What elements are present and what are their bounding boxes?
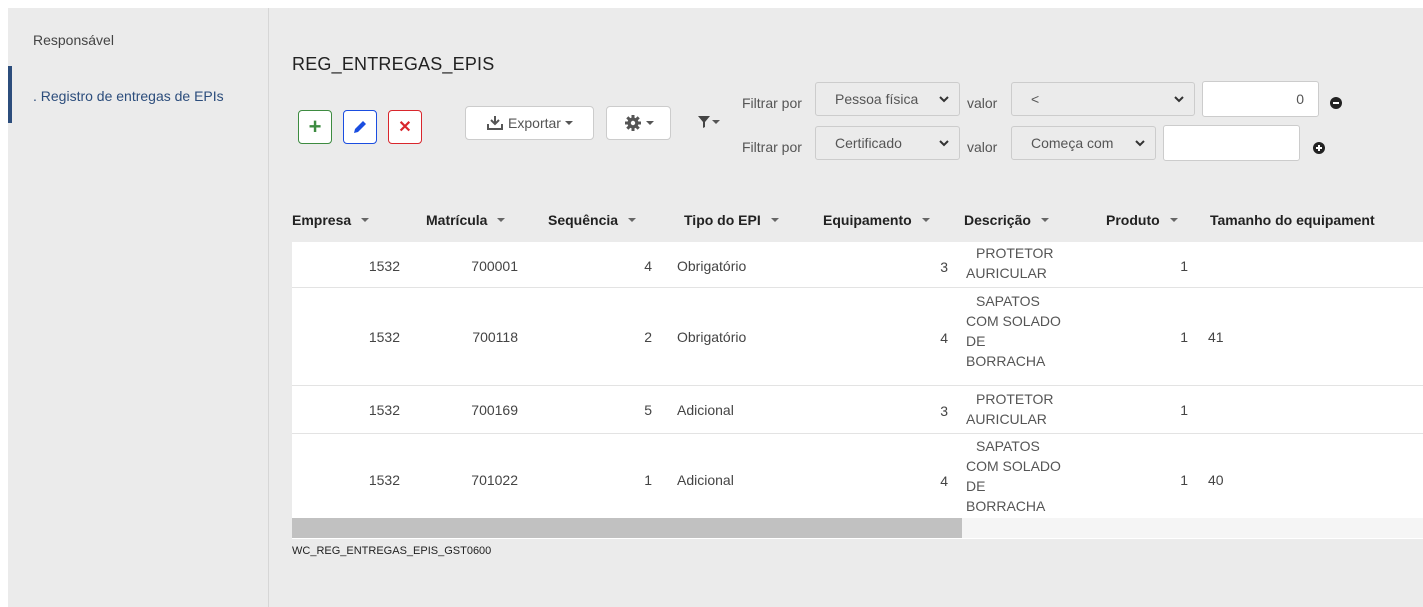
chevron-down-icon <box>1135 140 1145 147</box>
column-header-tipo[interactable]: Tipo do EPI <box>684 198 779 242</box>
page-title: REG_ENTREGAS_EPIS <box>292 54 495 74</box>
filter-field-value: Certificado <box>835 135 902 151</box>
filter-field-select[interactable]: Certificado <box>815 126 960 160</box>
settings-button[interactable] <box>606 106 671 140</box>
cell-matricula: 701022 <box>471 472 518 488</box>
cell-empresa: 1532 <box>368 402 400 418</box>
column-header-tamanho[interactable]: Tamanho do equipament <box>1210 198 1375 242</box>
minus-circle-icon[interactable] <box>1330 97 1342 109</box>
filter-icon <box>698 116 710 128</box>
filter-toggle[interactable] <box>698 116 720 128</box>
cell-empresa: 1532 <box>368 472 400 488</box>
filter-value-input[interactable] <box>1163 125 1300 161</box>
footer-id: WC_REG_ENTREGAS_EPIS_GST0600 <box>292 545 492 557</box>
sidebar-item-registro-entregas[interactable]: . Registro de entregas de EPIs <box>8 66 268 123</box>
chevron-down-icon <box>939 140 949 147</box>
scrollbar-thumb[interactable] <box>292 518 962 538</box>
cell-empresa: 1532 <box>368 329 400 345</box>
cell-produto: 1 <box>1180 329 1188 345</box>
main-content: REG_ENTREGAS_EPIS + ✕ Exportar Filtrar p… <box>270 8 1423 607</box>
sort-icon <box>497 218 506 222</box>
plus-icon: + <box>308 114 322 139</box>
app-frame: Responsável . Registro de entregas de EP… <box>8 8 1423 607</box>
gear-icon <box>624 115 641 131</box>
sort-icon <box>361 218 370 222</box>
cell-matricula: 700001 <box>471 258 518 274</box>
cell-sequencia: 5 <box>644 402 652 418</box>
export-button[interactable]: Exportar <box>465 106 594 140</box>
cell-equipamento: 4 <box>940 473 948 489</box>
table-row[interactable]: 1532 700118 2 Obrigatório 4 SAPATOS COM … <box>292 288 1423 386</box>
filter-field-select[interactable]: Pessoa física <box>815 82 960 116</box>
cell-equipamento: 3 <box>940 403 948 419</box>
cell-tipo: Obrigatório <box>677 329 747 345</box>
sort-icon <box>1040 218 1049 222</box>
filter-label: Filtrar por <box>742 95 802 111</box>
column-header-empresa[interactable]: Empresa <box>292 198 370 242</box>
cell-tamanho: 40 <box>1208 472 1224 488</box>
cell-empresa: 1532 <box>368 258 400 274</box>
column-header-produto[interactable]: Produto <box>1106 198 1178 242</box>
cell-matricula: 700118 <box>472 329 518 345</box>
pencil-icon <box>354 121 366 133</box>
column-header-descricao[interactable]: Descrição <box>964 198 1049 242</box>
sidebar-item-label: . Registro de entregas de EPIs <box>33 88 224 104</box>
cell-descricao: PROTETOR AURICULAR <box>966 245 1054 281</box>
filter-operator-select[interactable]: Começa com <box>1011 126 1156 160</box>
cell-tipo: Obrigatório <box>677 258 747 274</box>
download-icon <box>487 116 504 130</box>
cell-matricula: 700169 <box>471 402 518 418</box>
export-label: Exportar <box>508 115 561 131</box>
add-button[interactable]: + <box>298 110 332 144</box>
chevron-down-icon <box>939 96 949 103</box>
sidebar: Responsável . Registro de entregas de EP… <box>8 8 269 607</box>
sort-icon <box>921 218 930 222</box>
filter-operator-select[interactable]: < <box>1011 82 1195 116</box>
chevron-down-icon <box>712 120 720 124</box>
cell-tipo: Adicional <box>677 472 734 488</box>
column-header-sequencia[interactable]: Sequência <box>548 198 637 242</box>
cell-equipamento: 4 <box>940 330 948 346</box>
value-label: valor <box>967 139 998 155</box>
cell-tipo: Adicional <box>677 402 734 418</box>
horizontal-scrollbar[interactable] <box>292 518 1423 538</box>
table-row[interactable]: 1532 701022 1 Adicional 4 SAPATOS COM SO… <box>292 434 1423 518</box>
filter-operator-value: < <box>1031 91 1040 107</box>
sort-icon <box>628 218 637 222</box>
sidebar-header: Responsável <box>33 32 114 48</box>
chevron-down-icon <box>564 121 573 125</box>
table-row[interactable]: 1532 700001 4 Obrigatório 3 PROTETOR AUR… <box>292 242 1423 288</box>
cell-produto: 1 <box>1180 402 1188 418</box>
cell-descricao: SAPATOS COM SOLADO DE BORRACHA <box>966 438 1061 514</box>
sort-icon <box>770 218 779 222</box>
cell-descricao: SAPATOS COM SOLADO DE BORRACHA <box>966 293 1061 369</box>
data-table: Empresa Matrícula Sequência Tipo do EPI … <box>292 198 1423 539</box>
filter-value-input[interactable] <box>1202 81 1319 117</box>
edit-button[interactable] <box>343 110 377 144</box>
filter-label: Filtrar por <box>742 139 802 155</box>
filter-operator-value: Começa com <box>1031 135 1114 151</box>
table-row[interactable]: 1532 700169 5 Adicional 3 PROTETOR AURIC… <box>292 386 1423 434</box>
cell-sequencia: 1 <box>644 472 652 488</box>
filter-field-value: Pessoa física <box>835 91 919 107</box>
value-label: valor <box>967 95 998 111</box>
delete-button[interactable]: ✕ <box>388 110 422 144</box>
chevron-down-icon <box>645 121 654 125</box>
column-header-equipamento[interactable]: Equipamento <box>823 198 930 242</box>
plus-circle-icon[interactable] <box>1313 142 1325 154</box>
chevron-down-icon <box>1174 96 1184 103</box>
cell-tamanho: 41 <box>1208 329 1224 345</box>
x-icon: ✕ <box>398 119 412 136</box>
sort-icon <box>1169 218 1178 222</box>
cell-descricao: PROTETOR AURICULAR <box>966 391 1054 427</box>
column-header-matricula[interactable]: Matrícula <box>426 198 506 242</box>
table-header: Empresa Matrícula Sequência Tipo do EPI … <box>292 198 1423 242</box>
cell-sequencia: 2 <box>644 329 652 345</box>
cell-produto: 1 <box>1180 472 1188 488</box>
cell-equipamento: 3 <box>940 259 948 275</box>
cell-sequencia: 4 <box>644 258 652 274</box>
cell-produto: 1 <box>1180 258 1188 274</box>
